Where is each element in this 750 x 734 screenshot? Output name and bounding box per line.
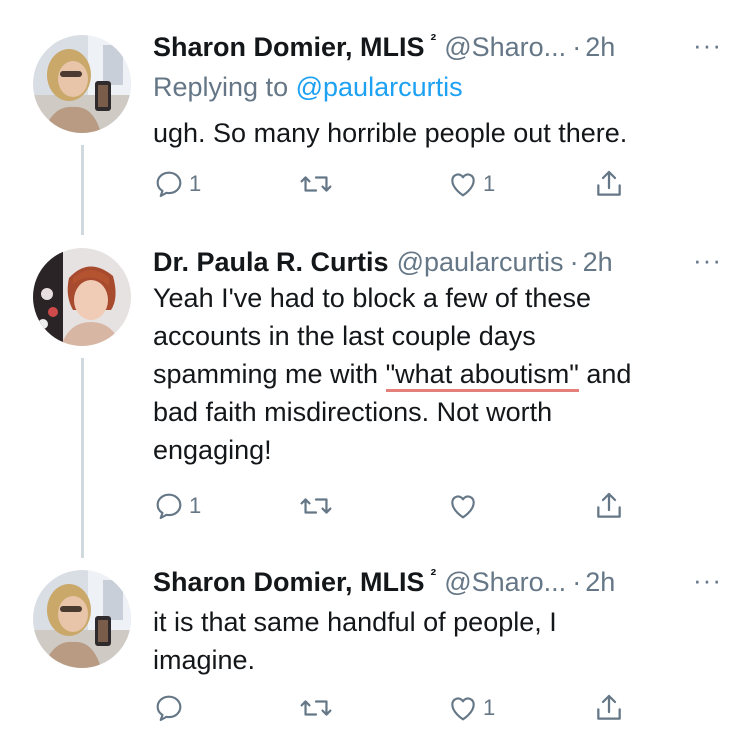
tweet-text-line: accounts in the last couple days — [153, 321, 536, 351]
tweet-text-line: engaging! — [153, 435, 272, 465]
avatar-sharon[interactable] — [33, 570, 131, 668]
timestamp[interactable]: 2h — [583, 245, 613, 279]
tweet-header: Dr. Paula R. Curtis @paularcurtis · 2h — [153, 245, 726, 279]
separator-dot: · — [569, 247, 579, 277]
share-icon — [597, 170, 621, 196]
replying-to-label: Replying to — [153, 72, 289, 102]
tweet-actions: 1 — [153, 490, 633, 530]
heart-icon — [451, 697, 475, 721]
reply-count: 1 — [189, 493, 202, 518]
user-handle[interactable]: @Sharo... — [444, 565, 566, 599]
more-icon[interactable]: ··· — [693, 30, 722, 60]
like-button[interactable] — [447, 490, 479, 522]
tweet-3[interactable]: Sharon Domier, MLIS ² @Sharo... · 2h ···… — [0, 560, 750, 734]
reply-icon — [156, 493, 182, 520]
replying-to: Replying to @paularcurtis — [153, 70, 726, 104]
display-name[interactable]: Dr. Paula R. Curtis — [153, 245, 389, 279]
tweet-text-line: imagine. — [153, 645, 256, 675]
tweet-actions: 1 1 — [153, 168, 633, 208]
tweet-text-fragment: and — [578, 359, 632, 389]
share-icon — [597, 492, 621, 518]
tweet-text-content: ugh. So many horrible people out there. — [153, 118, 628, 148]
heart-icon — [451, 173, 475, 197]
avatar-paula[interactable] — [33, 248, 131, 346]
retweet-button[interactable] — [299, 692, 333, 724]
reply-button[interactable]: 1 — [153, 490, 201, 522]
like-count: 1 — [483, 171, 496, 196]
share-icon — [597, 694, 621, 720]
tweet-text-line: it is that same handful of people, I — [153, 607, 557, 637]
reply-button[interactable]: 1 — [153, 168, 201, 200]
separator-dot: · — [572, 32, 582, 62]
retweet-button[interactable] — [299, 168, 333, 200]
tweet-body: Sharon Domier, MLIS ² @Sharo... · 2h ···… — [153, 30, 726, 152]
retweet-button[interactable] — [299, 490, 333, 522]
like-count: 1 — [483, 695, 496, 720]
timestamp[interactable]: 2h — [585, 30, 615, 64]
tweet-body: Dr. Paula R. Curtis @paularcurtis · 2h ·… — [153, 245, 726, 469]
display-name[interactable]: Sharon Domier, MLIS — [153, 565, 425, 599]
retweet-icon — [300, 700, 332, 716]
name-superscript: ² — [430, 31, 437, 50]
timestamp[interactable]: 2h — [585, 565, 615, 599]
reply-icon — [156, 171, 182, 198]
replying-to-handle[interactable]: @paularcurtis — [296, 72, 463, 102]
avatar-sharon[interactable] — [33, 35, 131, 133]
tweet-1[interactable]: Sharon Domier, MLIS ² @Sharo... · 2h ···… — [0, 0, 750, 230]
tweet-text: Yeah I've had to block a few of these ac… — [153, 279, 726, 469]
name-superscript: ² — [430, 566, 437, 585]
user-handle[interactable]: @Sharo... — [444, 30, 566, 64]
tweet-header: Sharon Domier, MLIS ² @Sharo... · 2h — [153, 565, 726, 603]
highlighted-phrase: "what aboutism" — [385, 359, 579, 392]
reply-button[interactable] — [153, 692, 185, 724]
tweet-text: ugh. So many horrible people out there. — [153, 114, 726, 152]
reply-count: 1 — [189, 171, 202, 196]
tweet-2[interactable]: Dr. Paula R. Curtis @paularcurtis · 2h ·… — [0, 240, 750, 540]
share-button[interactable] — [593, 490, 625, 522]
more-icon[interactable]: ··· — [693, 565, 722, 595]
tweet-header: Sharon Domier, MLIS ² @Sharo... · 2h — [153, 30, 726, 68]
tweet-actions: 1 — [153, 692, 633, 732]
retweet-icon — [300, 498, 332, 514]
display-name[interactable]: Sharon Domier, MLIS — [153, 30, 425, 64]
like-button[interactable]: 1 — [447, 692, 495, 724]
tweet-text-line: spamming me with "what aboutism" and — [153, 355, 726, 393]
heart-icon — [451, 495, 475, 519]
tweet-text-line: bad faith misdirections. Not worth — [153, 397, 553, 427]
tweet-body: Sharon Domier, MLIS ² @Sharo... · 2h ···… — [153, 565, 726, 679]
retweet-icon — [300, 176, 332, 192]
reply-icon — [156, 695, 182, 722]
like-button[interactable]: 1 — [447, 168, 495, 200]
user-handle[interactable]: @paularcurtis — [397, 245, 564, 279]
more-icon[interactable]: ··· — [693, 245, 722, 275]
share-button[interactable] — [593, 168, 625, 200]
share-button[interactable] — [593, 692, 625, 724]
tweet-text-line: Yeah I've had to block a few of these — [153, 283, 591, 313]
separator-dot: · — [572, 567, 582, 597]
tweet-text-fragment: spamming me with — [153, 359, 386, 389]
tweet-text: it is that same handful of people, I ima… — [153, 603, 726, 679]
